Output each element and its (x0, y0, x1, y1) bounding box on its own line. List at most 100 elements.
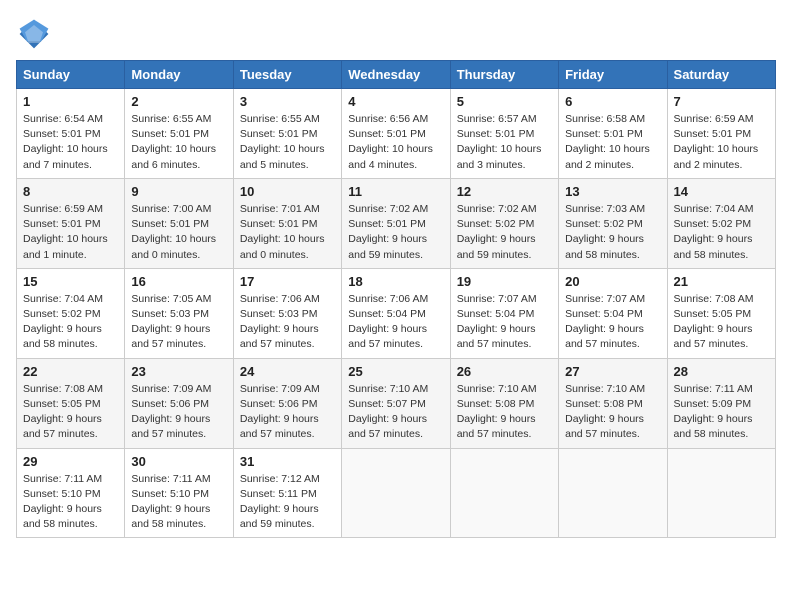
day-number: 27 (565, 364, 660, 379)
day-info: Sunrise: 7:02 AMSunset: 5:02 PMDaylight:… (457, 202, 552, 263)
day-number: 26 (457, 364, 552, 379)
weekday-header-monday: Monday (125, 61, 233, 89)
calendar-day-cell (667, 448, 775, 538)
day-number: 20 (565, 274, 660, 289)
day-number: 14 (674, 184, 769, 199)
day-number: 30 (131, 454, 226, 469)
calendar-header-row: SundayMondayTuesdayWednesdayThursdayFrid… (17, 61, 776, 89)
calendar-week-row: 29 Sunrise: 7:11 AMSunset: 5:10 PMDayligh… (17, 448, 776, 538)
day-info: Sunrise: 7:00 AMSunset: 5:01 PMDaylight:… (131, 202, 226, 263)
calendar-week-row: 15Sunrise: 7:04 AMSunset: 5:02 PMDayligh… (17, 268, 776, 358)
day-info: Sunrise: 7:09 AMSunset: 5:06 PMDaylight:… (240, 382, 335, 443)
day-info: Sunrise: 7:07 AMSunset: 5:04 PMDaylight:… (565, 292, 660, 353)
day-info: Sunrise: 7:11 AMSunset: 5:09 PMDaylight:… (674, 382, 769, 443)
day-info: Sunrise: 6:59 AMSunset: 5:01 PMDaylight:… (23, 202, 118, 263)
calendar-day-cell: 26 Sunrise: 7:10 AMSunset: 5:08 PMDayligh… (450, 358, 558, 448)
calendar-day-cell: 3Sunrise: 6:55 AMSunset: 5:01 PMDaylight… (233, 89, 341, 179)
calendar-day-cell: 25 Sunrise: 7:10 AMSunset: 5:07 PMDayligh… (342, 358, 450, 448)
calendar-body: 1 Sunrise: 6:54 AMSunset: 5:01 PMDaylight… (17, 89, 776, 538)
calendar-day-cell: 5 Sunrise: 6:57 AMSunset: 5:01 PMDaylight… (450, 89, 558, 179)
weekday-header-wednesday: Wednesday (342, 61, 450, 89)
calendar-day-cell: 2 Sunrise: 6:55 AMSunset: 5:01 PMDaylight… (125, 89, 233, 179)
page-header (16, 16, 776, 52)
day-number: 11 (348, 184, 443, 199)
calendar-day-cell: 22 Sunrise: 7:08 AMSunset: 5:05 PMDayligh… (17, 358, 125, 448)
calendar-day-cell: 15Sunrise: 7:04 AMSunset: 5:02 PMDayligh… (17, 268, 125, 358)
day-info: Sunrise: 6:57 AMSunset: 5:01 PMDaylight:… (457, 112, 552, 173)
calendar-day-cell (450, 448, 558, 538)
day-info: Sunrise: 6:56 AMSunset: 5:01 PMDaylight:… (348, 112, 443, 173)
day-number: 2 (131, 94, 226, 109)
calendar-day-cell: 4 Sunrise: 6:56 AMSunset: 5:01 PMDaylight… (342, 89, 450, 179)
calendar-day-cell: 11 Sunrise: 7:02 AMSunset: 5:01 PMDayligh… (342, 178, 450, 268)
day-number: 3 (240, 94, 335, 109)
calendar-day-cell: 14 Sunrise: 7:04 AMSunset: 5:02 PMDayligh… (667, 178, 775, 268)
calendar-day-cell: 16Sunrise: 7:05 AMSunset: 5:03 PMDayligh… (125, 268, 233, 358)
day-number: 4 (348, 94, 443, 109)
calendar-day-cell: 28Sunrise: 7:11 AMSunset: 5:09 PMDayligh… (667, 358, 775, 448)
weekday-header-tuesday: Tuesday (233, 61, 341, 89)
calendar-day-cell: 12 Sunrise: 7:02 AMSunset: 5:02 PMDayligh… (450, 178, 558, 268)
logo-icon (16, 16, 52, 52)
weekday-header-friday: Friday (559, 61, 667, 89)
calendar-day-cell (342, 448, 450, 538)
day-info: Sunrise: 7:08 AMSunset: 5:05 PMDaylight:… (674, 292, 769, 353)
day-number: 29 (23, 454, 118, 469)
calendar-day-cell: 6 Sunrise: 6:58 AMSunset: 5:01 PMDaylight… (559, 89, 667, 179)
day-info: Sunrise: 7:07 AMSunset: 5:04 PMDaylight:… (457, 292, 552, 353)
day-info: Sunrise: 7:10 AMSunset: 5:07 PMDaylight:… (348, 382, 443, 443)
day-info: Sunrise: 6:55 AMSunset: 5:01 PMDaylight:… (131, 112, 226, 173)
calendar-day-cell: 10Sunrise: 7:01 AMSunset: 5:01 PMDayligh… (233, 178, 341, 268)
day-number: 31 (240, 454, 335, 469)
day-info: Sunrise: 7:09 AMSunset: 5:06 PMDaylight:… (131, 382, 226, 443)
calendar-table: SundayMondayTuesdayWednesdayThursdayFrid… (16, 60, 776, 538)
calendar-day-cell: 13Sunrise: 7:03 AMSunset: 5:02 PMDayligh… (559, 178, 667, 268)
calendar-day-cell: 20 Sunrise: 7:07 AMSunset: 5:04 PMDayligh… (559, 268, 667, 358)
day-number: 5 (457, 94, 552, 109)
calendar-day-cell: 19Sunrise: 7:07 AMSunset: 5:04 PMDayligh… (450, 268, 558, 358)
day-number: 25 (348, 364, 443, 379)
calendar-day-cell: 1 Sunrise: 6:54 AMSunset: 5:01 PMDaylight… (17, 89, 125, 179)
day-info: Sunrise: 7:08 AMSunset: 5:05 PMDaylight:… (23, 382, 118, 443)
calendar-day-cell: 30 Sunrise: 7:11 AMSunset: 5:10 PMDayligh… (125, 448, 233, 538)
calendar-day-cell: 7 Sunrise: 6:59 AMSunset: 5:01 PMDaylight… (667, 89, 775, 179)
day-number: 7 (674, 94, 769, 109)
calendar-day-cell: 21 Sunrise: 7:08 AMSunset: 5:05 PMDayligh… (667, 268, 775, 358)
calendar-day-cell: 27 Sunrise: 7:10 AMSunset: 5:08 PMDayligh… (559, 358, 667, 448)
day-number: 6 (565, 94, 660, 109)
day-number: 21 (674, 274, 769, 289)
day-number: 18 (348, 274, 443, 289)
logo (16, 16, 56, 52)
day-number: 16 (131, 274, 226, 289)
calendar-day-cell: 18 Sunrise: 7:06 AMSunset: 5:04 PMDayligh… (342, 268, 450, 358)
day-number: 1 (23, 94, 118, 109)
day-info: Sunrise: 7:11 AMSunset: 5:10 PMDaylight:… (131, 472, 226, 533)
day-number: 12 (457, 184, 552, 199)
day-number: 9 (131, 184, 226, 199)
calendar-week-row: 1 Sunrise: 6:54 AMSunset: 5:01 PMDaylight… (17, 89, 776, 179)
calendar-day-cell: 31 Sunrise: 7:12 AMSunset: 5:11 PMDayligh… (233, 448, 341, 538)
calendar-day-cell: 29Sunrise: 7:11 AMSunset: 5:10 PMDayligh… (17, 448, 125, 538)
day-info: Sunrise: 7:12 AMSunset: 5:11 PMDaylight:… (240, 472, 335, 533)
day-info: Sunrise: 7:06 AMSunset: 5:03 PMDaylight:… (240, 292, 335, 353)
day-info: Sunrise: 6:59 AMSunset: 5:01 PMDaylight:… (674, 112, 769, 173)
weekday-header-saturday: Saturday (667, 61, 775, 89)
day-info: Sunrise: 7:10 AMSunset: 5:08 PMDaylight:… (457, 382, 552, 443)
day-info: Sunrise: 7:01 AMSunset: 5:01 PMDaylight:… (240, 202, 335, 263)
day-info: Sunrise: 7:02 AMSunset: 5:01 PMDaylight:… (348, 202, 443, 263)
day-info: Sunrise: 7:06 AMSunset: 5:04 PMDaylight:… (348, 292, 443, 353)
day-info: Sunrise: 7:04 AMSunset: 5:02 PMDaylight:… (674, 202, 769, 263)
calendar-day-cell: 23Sunrise: 7:09 AMSunset: 5:06 PMDayligh… (125, 358, 233, 448)
day-info: Sunrise: 7:03 AMSunset: 5:02 PMDaylight:… (565, 202, 660, 263)
calendar-day-cell: 9 Sunrise: 7:00 AMSunset: 5:01 PMDaylight… (125, 178, 233, 268)
calendar-week-row: 8Sunrise: 6:59 AMSunset: 5:01 PMDaylight… (17, 178, 776, 268)
day-info: Sunrise: 7:10 AMSunset: 5:08 PMDaylight:… (565, 382, 660, 443)
weekday-header-thursday: Thursday (450, 61, 558, 89)
day-number: 15 (23, 274, 118, 289)
day-number: 17 (240, 274, 335, 289)
day-info: Sunrise: 6:54 AMSunset: 5:01 PMDaylight:… (23, 112, 118, 173)
day-number: 22 (23, 364, 118, 379)
day-info: Sunrise: 6:58 AMSunset: 5:01 PMDaylight:… (565, 112, 660, 173)
calendar-week-row: 22 Sunrise: 7:08 AMSunset: 5:05 PMDayligh… (17, 358, 776, 448)
calendar-day-cell (559, 448, 667, 538)
